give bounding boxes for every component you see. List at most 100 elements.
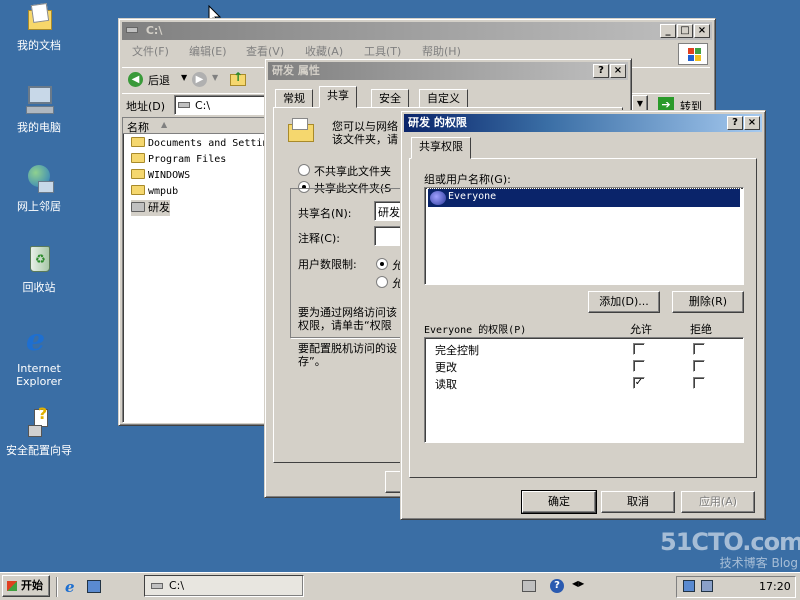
permissions-dialog[interactable]: 研发 的权限 ? × 共享权限 组或用户名称(G): Everyone 添加(D… bbox=[400, 110, 766, 520]
sharing-description-line2: 该文件夹，请 bbox=[332, 133, 398, 146]
deny-change-checkbox[interactable] bbox=[693, 360, 705, 372]
radio-not-share-label: 不共享此文件夹 bbox=[314, 165, 391, 178]
back-button[interactable]: ◀ 后退 ▼ bbox=[126, 70, 188, 90]
radio-limit-max[interactable] bbox=[376, 258, 388, 270]
column-allow: 允许 bbox=[630, 323, 652, 336]
desktop-icon-my-computer[interactable]: 我的电脑 bbox=[0, 84, 78, 134]
up-folder-button[interactable]: ↑ bbox=[228, 70, 248, 90]
start-label: 开始 bbox=[21, 579, 43, 592]
user-name: Everyone bbox=[448, 191, 497, 202]
my-documents-icon bbox=[22, 2, 56, 36]
radio-not-share[interactable] bbox=[298, 164, 310, 176]
system-tray: ? ◀▶ 17:20 bbox=[516, 576, 797, 598]
network-tray-icon[interactable] bbox=[683, 580, 695, 592]
up-arrow-icon: ↑ bbox=[233, 70, 244, 84]
desktop-icon-recycle-bin[interactable]: ♻ 回收站 bbox=[0, 244, 78, 294]
permission-name: 读取 bbox=[435, 378, 457, 391]
menu-edit[interactable]: 编辑(E) bbox=[189, 43, 227, 61]
properties-title: 研发 属性 bbox=[272, 64, 320, 77]
comment-label: 注释(C): bbox=[298, 232, 340, 245]
desktop-icon-my-documents[interactable]: 我的文档 bbox=[0, 2, 78, 52]
tab-security[interactable]: 安全 bbox=[371, 89, 409, 108]
list-item-selected[interactable]: 研发 bbox=[131, 200, 170, 216]
deny-full-control-checkbox[interactable] bbox=[693, 343, 705, 355]
windows-flag-icon bbox=[7, 581, 17, 591]
column-header-name[interactable]: 名称 ▲ bbox=[123, 118, 271, 134]
maximize-button[interactable]: □ bbox=[677, 24, 693, 38]
group-user-label: 组或用户名称(G): bbox=[424, 173, 511, 186]
ok-button[interactable]: 确定 bbox=[521, 490, 597, 514]
address-value: C:\ bbox=[195, 99, 211, 112]
sort-ascending-icon: ▲ bbox=[161, 120, 168, 129]
start-button[interactable]: 开始 bbox=[2, 575, 50, 597]
watermark-line2: 技术博客 Blog bbox=[719, 556, 798, 570]
close-button[interactable]: × bbox=[610, 64, 626, 78]
list-item[interactable]: wmpub bbox=[131, 184, 178, 200]
group-users-icon bbox=[430, 191, 446, 205]
allow-read-checkbox[interactable]: ✓ bbox=[633, 377, 645, 389]
user-limit-label: 用户数限制: bbox=[298, 258, 357, 271]
desktop-icon-network-places[interactable]: 网上邻居 bbox=[0, 163, 78, 213]
volume-tray-icon[interactable] bbox=[701, 580, 713, 592]
allow-change-checkbox[interactable] bbox=[633, 360, 645, 372]
list-item[interactable]: Program Files bbox=[131, 152, 226, 168]
folder-icon bbox=[131, 137, 145, 147]
desktop-icon-label: 安全配置向导 bbox=[6, 444, 72, 457]
deny-read-checkbox[interactable] bbox=[693, 377, 705, 389]
shared-folder-icon bbox=[131, 202, 145, 212]
properties-titlebar[interactable]: 研发 属性 ? × bbox=[268, 62, 628, 80]
help-button[interactable]: ? bbox=[593, 64, 609, 78]
tab-general[interactable]: 常规 bbox=[275, 89, 313, 108]
tab-customize[interactable]: 自定义 bbox=[419, 89, 468, 108]
list-item-selected[interactable]: Everyone bbox=[427, 188, 741, 208]
scroll-arrows-icon[interactable]: ◀▶ bbox=[572, 579, 584, 588]
allow-full-control-checkbox[interactable] bbox=[633, 343, 645, 355]
desktop-icon-label: 回收站 bbox=[22, 281, 56, 294]
internet-explorer-icon: e bbox=[26, 323, 46, 358]
tab-share-permissions[interactable]: 共享权限 bbox=[411, 137, 471, 159]
back-arrow-icon: ◀ bbox=[128, 72, 143, 87]
folder-list[interactable]: 名称 ▲ Documents and Settin Program Files … bbox=[122, 117, 272, 423]
list-item[interactable]: Documents and Settin bbox=[131, 136, 268, 152]
tab-sharing[interactable]: 共享 bbox=[319, 86, 357, 108]
close-button[interactable]: × bbox=[744, 116, 760, 130]
desktop-icon-internet-explorer[interactable]: e Internet Explorer bbox=[0, 323, 78, 389]
explorer-titlebar[interactable]: C:\ _ □ × bbox=[122, 22, 712, 40]
desktop-icon-label: 我的文档 bbox=[17, 39, 61, 52]
permissions-list[interactable]: 完全控制 更改 读取 ✓ bbox=[424, 337, 744, 443]
forward-button[interactable]: ▶ ▼ bbox=[190, 70, 222, 90]
cancel-button[interactable]: 取消 bbox=[601, 491, 675, 513]
taskbar-item-explorer[interactable]: C:\ bbox=[144, 575, 304, 597]
ie-quicklaunch-icon[interactable]: e bbox=[65, 578, 75, 596]
network-places-icon bbox=[22, 163, 56, 197]
user-list[interactable]: Everyone bbox=[424, 187, 744, 285]
minimize-button[interactable]: _ bbox=[660, 24, 676, 38]
printer-icon[interactable] bbox=[522, 580, 536, 592]
permissions-hint-line2: 权限，请单击“权限 bbox=[298, 319, 392, 332]
folder-icon bbox=[131, 169, 145, 179]
desktop-icon-security-wizard[interactable]: ? 安全配置向导 bbox=[0, 406, 78, 458]
list-item[interactable]: WINDOWS bbox=[131, 168, 190, 184]
add-button[interactable]: 添加(D)... bbox=[588, 291, 660, 313]
desktop-icon-label: 我的电脑 bbox=[17, 121, 61, 134]
help-icon[interactable]: ? bbox=[550, 579, 564, 593]
quick-launch: e bbox=[56, 577, 106, 597]
folder-icon bbox=[131, 153, 145, 163]
radio-limit-custom[interactable] bbox=[376, 276, 388, 288]
remove-button[interactable]: 删除(R) bbox=[672, 291, 744, 313]
shared-hand-folder-icon bbox=[286, 118, 316, 142]
offline-hint-line2: 存”。 bbox=[298, 355, 326, 368]
watermark-line1: 51CTO.com bbox=[660, 528, 800, 556]
clock: 17:20 bbox=[759, 580, 791, 593]
help-button[interactable]: ? bbox=[727, 116, 743, 130]
permissions-title: 研发 的权限 bbox=[408, 116, 467, 129]
menu-file[interactable]: 文件(F) bbox=[132, 43, 169, 61]
share-name-label: 共享名(N): bbox=[298, 207, 352, 220]
taskbar: 开始 e C:\ ? ◀▶ 17:20 bbox=[0, 572, 800, 600]
close-button[interactable]: × bbox=[694, 24, 710, 38]
permission-name: 完全控制 bbox=[435, 344, 479, 357]
apply-button[interactable]: 应用(A) bbox=[681, 491, 755, 513]
show-desktop-icon[interactable] bbox=[87, 580, 101, 593]
permissions-titlebar[interactable]: 研发 的权限 ? × bbox=[404, 114, 762, 132]
watermark-logo: 51CTO.com 技术博客 Blog bbox=[660, 528, 800, 571]
